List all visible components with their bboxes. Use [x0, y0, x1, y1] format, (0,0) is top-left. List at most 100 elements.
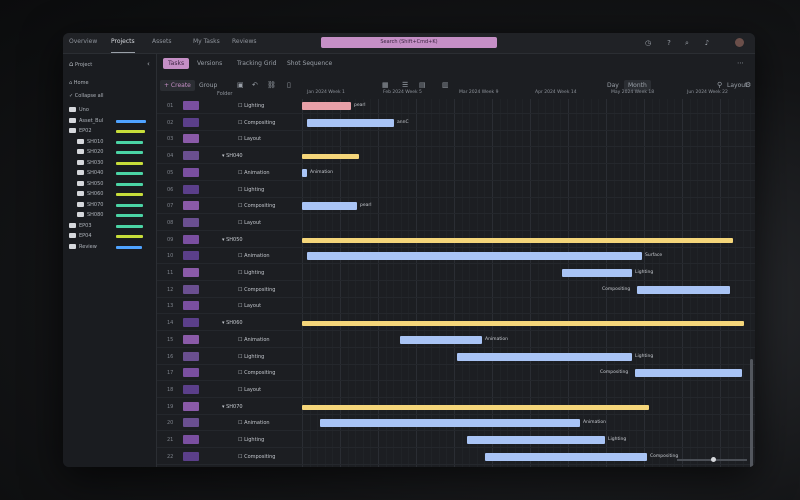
task-name[interactable]: ☐ Animation	[238, 337, 270, 343]
table-row[interactable]: 01 ☐ Lighting pearl	[157, 99, 755, 114]
task-name[interactable]: ☐ Layout	[238, 387, 261, 393]
sidebar-item[interactable]: SH050	[63, 180, 156, 189]
table-row[interactable]: 19 ▾ SH070	[157, 400, 755, 415]
gantt-bar[interactable]	[637, 285, 730, 294]
link-icon[interactable]: ⛓	[267, 80, 276, 90]
sidebar-item[interactable]: SH070	[63, 201, 156, 210]
sidebar-item[interactable]: EP04	[63, 232, 156, 241]
table-row[interactable]: 21 ☐ Lighting Lighting	[157, 433, 755, 448]
task-name[interactable]: ☐ Lighting	[238, 270, 264, 276]
help-icon[interactable]: ?	[665, 39, 673, 47]
task-name[interactable]: ☐ Layout	[238, 303, 261, 309]
gantt-bar[interactable]	[635, 369, 742, 378]
sidebar-item[interactable]: EP03	[63, 222, 156, 231]
gantt-bar[interactable]	[302, 321, 744, 327]
task-name[interactable]: ☐ Compositing	[238, 287, 275, 293]
tab-my-tasks[interactable]: My Tasks	[193, 38, 220, 52]
gantt-bar[interactable]	[562, 269, 632, 277]
save-icon[interactable]: ▣	[237, 80, 244, 90]
task-name[interactable]: ☐ Compositing	[238, 120, 275, 126]
task-name[interactable]: ☐ Lighting	[238, 187, 264, 193]
create-button[interactable]: + Create	[160, 80, 195, 91]
gantt-bar[interactable]	[302, 154, 359, 160]
table-row[interactable]: 22 ☐ Compositing Compositing	[157, 450, 755, 465]
task-name[interactable]: ▾ SH040	[222, 153, 243, 159]
table-row[interactable]: 02 ☐ Compositing annC	[157, 116, 755, 131]
table-row[interactable]: 08 ☐ Layout	[157, 216, 755, 231]
sidebar-item[interactable]: SH030	[63, 159, 156, 168]
gantt-bar[interactable]	[302, 168, 307, 177]
sidebar-home[interactable]: ⌂ Home	[63, 79, 162, 88]
tab-reviews[interactable]: Reviews	[232, 38, 257, 52]
sidebar-item[interactable]: SH060	[63, 190, 156, 199]
task-name[interactable]: ☐ Compositing	[238, 454, 275, 460]
gantt-bar[interactable]	[467, 436, 605, 444]
gantt-bar[interactable]	[320, 419, 580, 428]
settings-icon[interactable]: ⚙	[745, 80, 751, 90]
menu-icon[interactable]: ⋯	[737, 58, 744, 68]
tab-overview[interactable]: Overview	[69, 38, 97, 52]
gantt-bar[interactable]	[307, 118, 394, 127]
table-row[interactable]: 16 ☐ Lighting Lighting	[157, 350, 755, 365]
table-row[interactable]: 09 ▾ SH050	[157, 233, 755, 248]
search-bar[interactable]: Search (Shift+Cmd+K)	[321, 37, 497, 48]
tab-projects[interactable]: Projects	[111, 38, 135, 53]
delete-icon[interactable]: ▯	[287, 80, 291, 90]
search-icon[interactable]: ⌕	[683, 39, 691, 47]
task-name[interactable]: ▾ SH050	[222, 237, 243, 243]
home-icon[interactable]: ⌂	[69, 60, 73, 68]
table-icon[interactable]: ▤	[419, 80, 426, 90]
table-row[interactable]: 06 ☐ Lighting	[157, 183, 755, 198]
task-name[interactable]: ☐ Compositing	[238, 370, 275, 376]
table-row[interactable]: 11 ☐ Lighting Lighting	[157, 266, 755, 281]
sidebar-item[interactable]: SH020	[63, 148, 156, 157]
collapse-all-button[interactable]: ✓ Collapse all	[63, 92, 162, 101]
table-row[interactable]: 05 ☐ Animation Animation	[157, 166, 755, 181]
gantt-bar[interactable]	[400, 335, 482, 344]
tab-shot-sequence[interactable]: Shot Sequence	[287, 58, 332, 69]
gantt-bar[interactable]	[302, 202, 357, 211]
task-name[interactable]: ☐ Lighting	[238, 103, 264, 109]
table-row[interactable]: 07 ☐ Compositing pearl	[157, 199, 755, 215]
task-name[interactable]: ☐ Animation	[238, 253, 270, 259]
task-name[interactable]: ☐ Compositing	[238, 203, 275, 209]
filter-icon[interactable]: ⚲	[717, 80, 722, 90]
bell-icon[interactable]: ♪	[703, 39, 711, 47]
table-row[interactable]: 20 ☐ Animation Animation	[157, 416, 755, 432]
task-name[interactable]: ☐ Lighting	[238, 354, 264, 360]
table-row[interactable]: 14 ▾ SH060	[157, 316, 755, 332]
zoom-slider[interactable]	[677, 457, 747, 462]
sidebar-item[interactable]: SH010	[63, 138, 156, 147]
tab-assets[interactable]: Assets	[152, 38, 172, 52]
task-name[interactable]: ☐ Layout	[238, 136, 261, 142]
sidebar-item[interactable]: Uno	[63, 106, 156, 115]
table-row[interactable]: 04 ▾ SH040	[157, 149, 755, 165]
task-name[interactable]: ☐ Animation	[238, 170, 270, 176]
sidebar-item[interactable]: SH080	[63, 211, 156, 220]
calendar-icon[interactable]: ▥	[442, 80, 449, 90]
vertical-scrollbar[interactable]	[750, 359, 753, 467]
task-name[interactable]: ☐ Layout	[238, 220, 261, 226]
task-name[interactable]: ▾ SH070	[222, 404, 243, 410]
undo-icon[interactable]: ↶	[252, 80, 258, 90]
sidebar-item[interactable]: SH040	[63, 169, 156, 178]
tab-tracking-grid[interactable]: Tracking Grid	[237, 58, 276, 69]
zoom-slider-handle[interactable]	[711, 457, 716, 462]
task-name[interactable]: ☐ Animation	[238, 420, 270, 426]
gantt-bar[interactable]	[302, 404, 649, 410]
table-row[interactable]: 18 ☐ Layout	[157, 383, 755, 398]
sidebar-item[interactable]: Review	[63, 243, 156, 252]
tab-versions[interactable]: Versions	[197, 58, 222, 69]
group-button[interactable]: Group	[199, 80, 217, 91]
grid-icon[interactable]: ▦	[382, 80, 389, 90]
avatar[interactable]	[735, 38, 744, 47]
table-row[interactable]: 13 ☐ Layout	[157, 299, 755, 315]
table-row[interactable]: 10 ☐ Animation Surface	[157, 249, 755, 265]
gantt-bar[interactable]	[457, 352, 632, 361]
clock-icon[interactable]: ◷	[644, 39, 652, 47]
task-name[interactable]: ☐ Lighting	[238, 437, 264, 443]
task-name[interactable]: ▾ SH060	[222, 320, 243, 326]
table-row[interactable]: 17 ☐ Compositing Compositing	[157, 366, 755, 382]
sidebar-item[interactable]: Asset_Bul	[63, 117, 156, 126]
gantt-bar[interactable]	[307, 252, 642, 261]
